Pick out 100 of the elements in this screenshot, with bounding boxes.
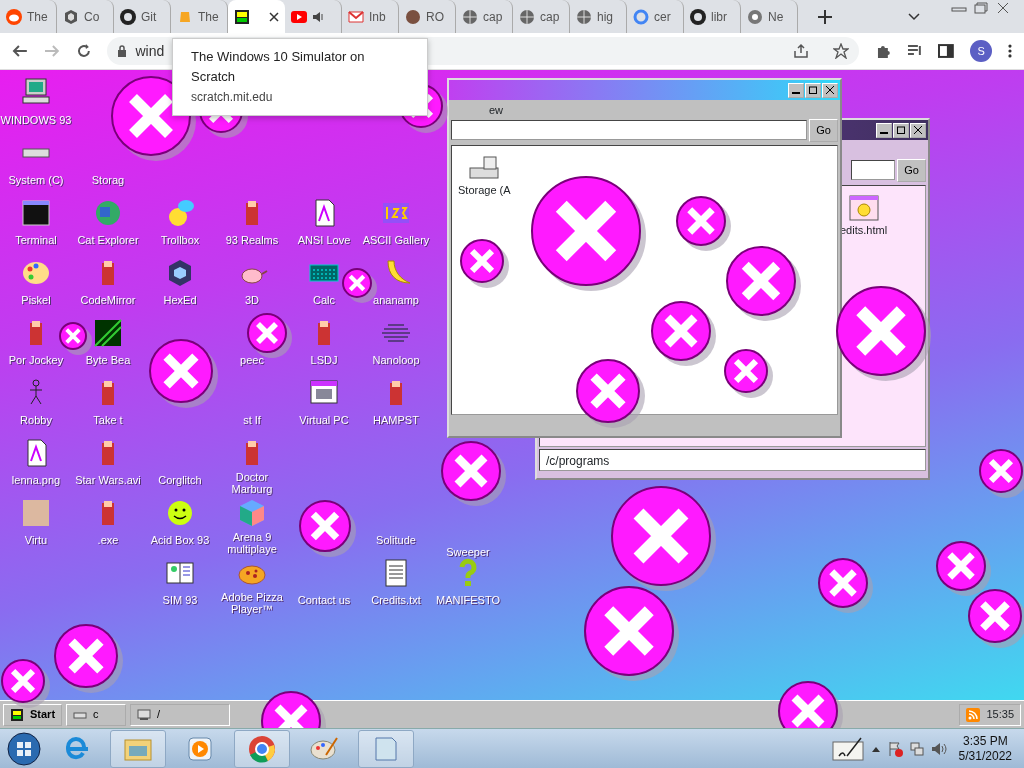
profile-avatar[interactable]: S (970, 40, 993, 62)
icon-label[interactable]: Credits.txt (371, 594, 421, 606)
error-bubble[interactable] (725, 245, 803, 323)
error-bubble[interactable] (58, 321, 94, 357)
icon-label[interactable]: LSDJ (310, 354, 338, 366)
restore-icon[interactable] (972, 2, 990, 14)
error-bubble[interactable] (610, 485, 718, 593)
icon-label[interactable]: ANSI Love (297, 234, 351, 246)
new-tab-icon[interactable] (818, 9, 832, 24)
system-date[interactable]: 5/31/2022 (958, 748, 1012, 764)
taskbar-app[interactable] (234, 729, 290, 768)
error-bubble[interactable] (675, 195, 733, 253)
icon-label[interactable]: 93 Realms (225, 234, 279, 246)
close-icon[interactable] (269, 11, 279, 22)
icon-label[interactable]: Virtu (24, 534, 48, 546)
speaker-icon[interactable] (930, 740, 947, 757)
sidebar-icon[interactable] (938, 43, 955, 59)
go-button[interactable]: Go (809, 119, 838, 142)
system-time[interactable]: 3:35 PM (958, 733, 1012, 749)
icon-label[interactable]: Star Wars.avi (75, 474, 141, 486)
error-bubble[interactable] (583, 585, 681, 683)
error-bubble[interactable] (935, 540, 993, 598)
icon-label[interactable]: 3D (244, 294, 260, 306)
icon-label[interactable]: HexEd (163, 294, 197, 306)
maximize-button[interactable] (893, 122, 909, 138)
web-page-icon[interactable] (847, 193, 880, 222)
error-bubble[interactable] (978, 448, 1024, 500)
error-bubble[interactable] (650, 300, 718, 368)
icon-label[interactable]: Doctor Marburg (216, 471, 288, 495)
maximize-button[interactable] (805, 82, 821, 98)
icon-label[interactable]: Arena 9 multiplaye (216, 531, 288, 555)
icon-label[interactable]: Byte Bea (85, 354, 131, 366)
icon-label[interactable]: WINDOWS 93 (0, 114, 72, 126)
icon-label[interactable]: peec (240, 354, 264, 366)
start-orb-icon[interactable] (6, 730, 42, 767)
icon-label[interactable]: Terminal (15, 234, 57, 246)
minimize-button[interactable] (788, 82, 804, 98)
icon-label[interactable]: Robby (20, 414, 52, 426)
icon-label[interactable]: SIM 93 (162, 594, 198, 606)
error-bubble[interactable] (440, 440, 508, 508)
error-bubble[interactable] (530, 175, 648, 293)
error-bubble[interactable] (835, 285, 933, 383)
pen-tablet-icon[interactable] (830, 735, 865, 762)
error-bubble[interactable] (148, 338, 220, 410)
icon-label[interactable]: Storag (91, 174, 125, 186)
icon-label[interactable]: Corglitch (158, 474, 202, 486)
icon-label[interactable]: Acid Box 93 (150, 534, 210, 546)
stripes-icon[interactable] (92, 317, 124, 349)
icon-label[interactable]: ananamp (373, 294, 419, 306)
share-icon[interactable] (792, 43, 809, 59)
browser-tab[interactable] (228, 0, 285, 33)
icon-label[interactable]: Calc (313, 294, 335, 306)
file-label[interactable]: edits.html (840, 221, 888, 238)
icon-label[interactable]: Adobe Pizza Player™ (216, 591, 288, 615)
icon-label[interactable]: Trollbox (160, 234, 200, 246)
icon-label[interactable]: System (C) (8, 174, 64, 186)
icon-label[interactable]: Solitude (376, 534, 416, 546)
error-bubble[interactable] (817, 557, 875, 615)
minimize-button[interactable] (876, 122, 892, 138)
icon-label[interactable]: Por Jockey (8, 354, 64, 366)
error-bubble[interactable] (298, 499, 358, 559)
error-bubble[interactable] (53, 623, 125, 695)
error-bubble[interactable] (967, 588, 1024, 650)
icon-label[interactable]: ASCII Gallery (362, 234, 430, 246)
go-button[interactable]: Go (897, 159, 926, 182)
icon-label[interactable]: Sweeper (446, 546, 490, 558)
icon-label[interactable]: Virtual PC (299, 414, 349, 426)
icon-label[interactable]: Contact us (297, 594, 351, 606)
taskbar-task[interactable]: / (130, 703, 231, 726)
icon-label[interactable]: Piskel (21, 294, 51, 306)
start-button[interactable]: Start (3, 703, 63, 726)
icon-label[interactable]: CodeMirror (80, 294, 136, 306)
action-center-icon[interactable] (886, 740, 903, 757)
address-field[interactable] (451, 120, 808, 141)
error-bubble[interactable] (723, 348, 775, 400)
close-button[interactable] (910, 122, 926, 138)
error-bubble[interactable] (575, 358, 647, 430)
menu-item[interactable]: ew (489, 104, 504, 116)
address-field[interactable] (851, 160, 896, 181)
icon-label[interactable]: HAMPST (373, 414, 419, 426)
back-icon[interactable] (12, 43, 28, 59)
icon-label[interactable]: Take t (93, 414, 123, 426)
reload-icon[interactable] (75, 43, 92, 59)
error-bubble[interactable] (459, 238, 511, 290)
taskbar-task[interactable]: c (66, 703, 127, 726)
icon-label[interactable]: lenna.png (11, 474, 61, 486)
drive-icon[interactable] (468, 153, 501, 182)
icon-label[interactable]: Nanoloop (372, 354, 420, 366)
icon-label[interactable]: st If (243, 414, 261, 426)
file-label[interactable]: Storage (A (458, 181, 511, 198)
icon-label[interactable]: Cat Explorer (77, 234, 139, 246)
chevron-down-icon[interactable] (908, 12, 920, 21)
menu-icon[interactable] (1008, 43, 1012, 59)
network-icon[interactable] (908, 740, 925, 757)
star-icon[interactable] (832, 43, 849, 59)
path-field[interactable]: /c/programs (539, 448, 926, 471)
icon-label[interactable]: .exe (97, 534, 119, 546)
close-button[interactable] (822, 82, 838, 98)
icon-label[interactable]: MANIFESTO (436, 594, 500, 606)
terminal-icon[interactable] (20, 197, 52, 229)
